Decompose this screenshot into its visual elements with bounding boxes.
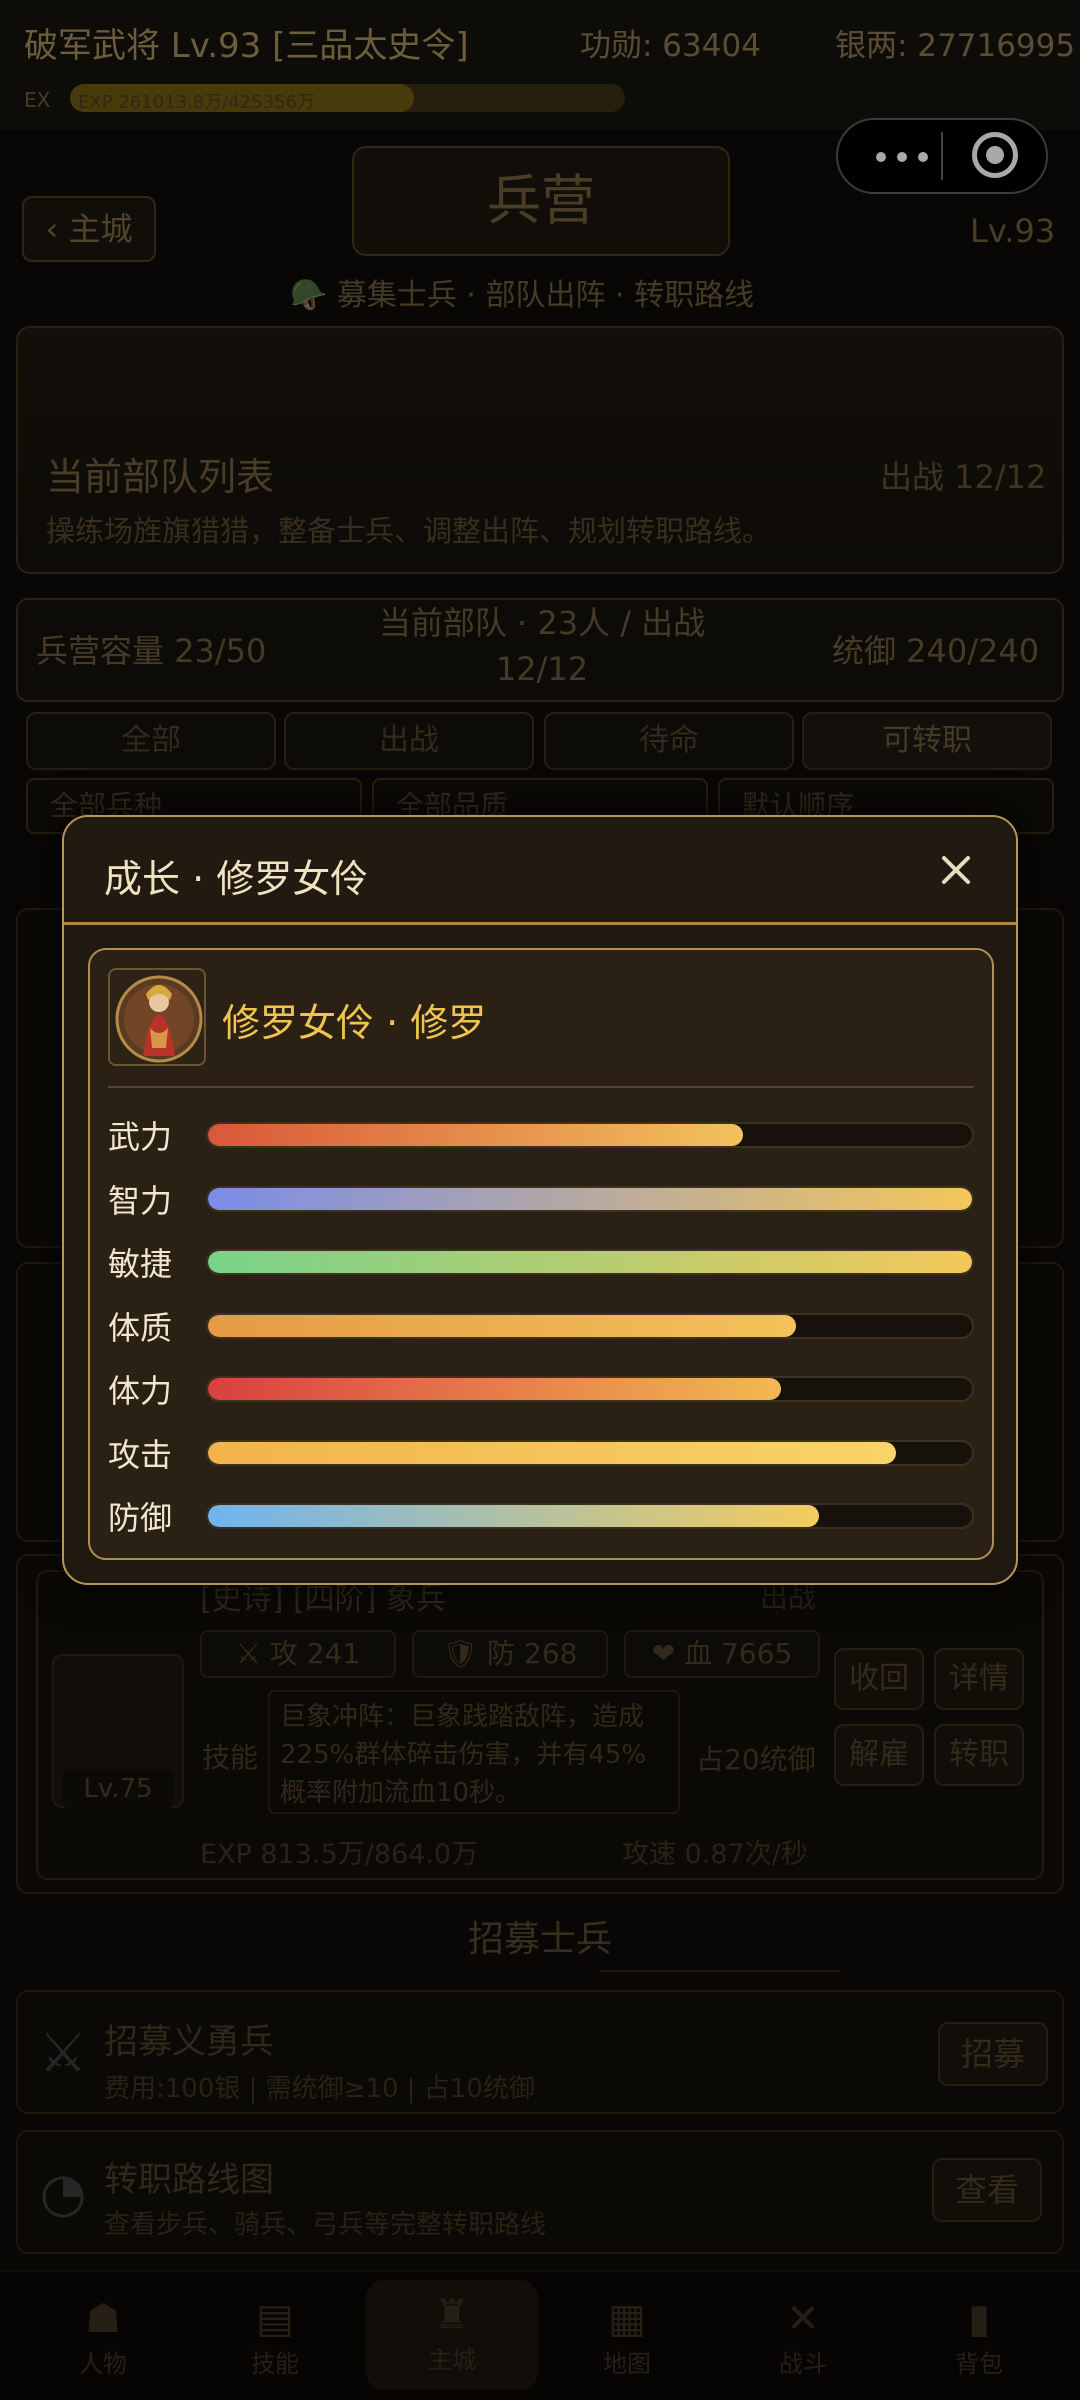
stat-bar-fill [208, 1124, 743, 1146]
stat-bar [206, 1249, 974, 1275]
stat-bar-fill [208, 1505, 820, 1527]
stat-label: 体质 [108, 1309, 173, 1347]
stat-label: 智力 [108, 1182, 173, 1220]
stat-label: 体力 [108, 1372, 173, 1410]
stat-bar-fill [208, 1188, 972, 1210]
stat-bar [206, 1503, 974, 1529]
stat-bar [206, 1186, 974, 1212]
stat-bar-fill [208, 1251, 972, 1273]
stat-bar-fill [208, 1378, 781, 1400]
hero-name: 修罗女伶 · 修罗 [222, 1001, 487, 1045]
stat-bar [206, 1376, 974, 1402]
stat-label: 防御 [108, 1499, 173, 1537]
stat-bar [206, 1440, 974, 1466]
stat-label: 敏捷 [108, 1245, 173, 1283]
stat-label: 攻击 [108, 1436, 173, 1474]
stat-bar [206, 1122, 974, 1148]
stat-bar-fill [208, 1442, 896, 1464]
stat-bar-fill [208, 1315, 797, 1337]
stat-bar [206, 1313, 974, 1339]
hero-portrait-art [110, 970, 204, 1064]
stat-label: 武力 [108, 1118, 173, 1156]
panel-divider [108, 1086, 974, 1088]
close-icon[interactable] [936, 850, 976, 890]
modal-title: 成长 · 修罗女伶 [104, 857, 369, 901]
hero-portrait [108, 968, 206, 1066]
